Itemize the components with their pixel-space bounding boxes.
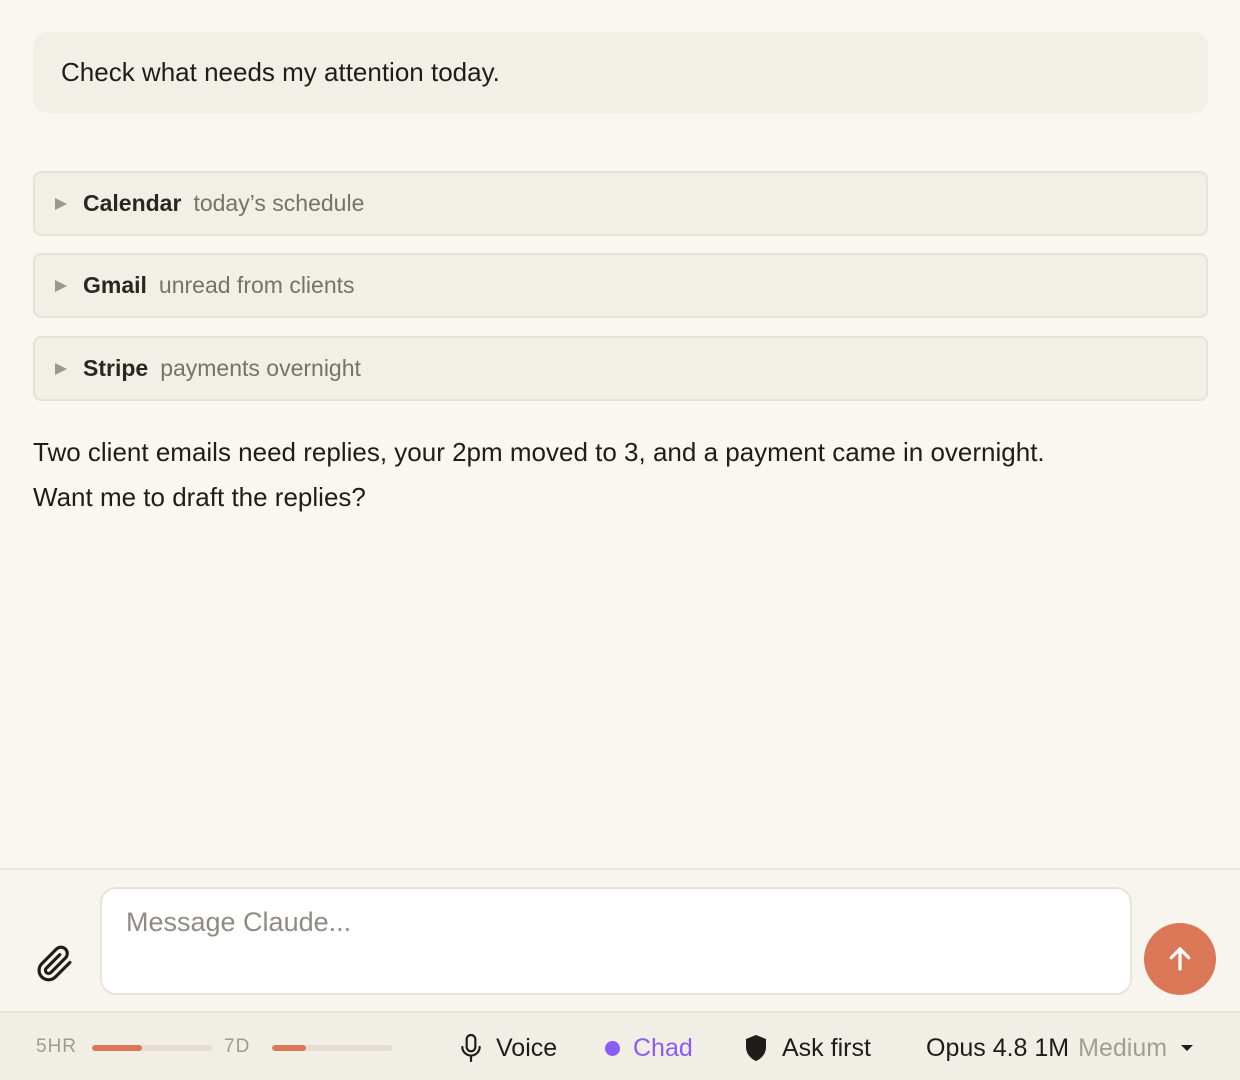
expand-caret-icon	[55, 279, 67, 292]
model-label: Opus 4.8 1M	[926, 1033, 1070, 1062]
tool-call-stripe[interactable]: Stripe payments overnight	[33, 336, 1208, 401]
voice-button[interactable]: Voice	[458, 1031, 557, 1065]
tool-call-calendar[interactable]: Calendar today’s schedule	[33, 171, 1208, 236]
usage-7d-label: 7D	[224, 1036, 251, 1057]
microphone-icon	[461, 1033, 481, 1063]
assistant-message-line: Want me to draft the replies?	[33, 482, 366, 512]
assistant-message: Two client emails need replies, your 2pm…	[33, 430, 1213, 520]
shield-icon	[746, 1035, 766, 1061]
persona-label: Chad	[633, 1033, 693, 1062]
arrow-up-icon	[1169, 947, 1191, 971]
tool-name: Calendar	[83, 190, 182, 216]
voice-label: Voice	[496, 1033, 558, 1062]
tool-name: Stripe	[83, 355, 149, 381]
model-selector[interactable]: Opus 4.8 1M Medium	[926, 1031, 1194, 1065]
chevron-down-icon	[1181, 1045, 1194, 1051]
tool-call-gmail[interactable]: Gmail unread from clients	[33, 253, 1208, 318]
send-button[interactable]	[1144, 923, 1216, 995]
status-bar: 5HR 7D Voice Chad Ask first Opus 4.8 1M …	[0, 1011, 1240, 1080]
conversation-panel: Check what needs my attention today. Cal…	[0, 0, 1240, 868]
user-message: Check what needs my attention today.	[33, 32, 1208, 113]
expand-caret-icon	[55, 362, 67, 375]
tool-description: today’s schedule	[193, 190, 365, 216]
usage-5hr-label: 5HR	[36, 1036, 78, 1057]
permission-mode-button[interactable]: Ask first	[744, 1031, 871, 1065]
message-input[interactable]	[100, 887, 1132, 995]
tool-name: Gmail	[83, 272, 147, 298]
expand-caret-icon	[55, 197, 67, 210]
persona-status-dot	[605, 1040, 620, 1056]
persona-selector[interactable]: Chad	[605, 1031, 693, 1065]
permission-label: Ask first	[782, 1033, 871, 1062]
attach-button[interactable]	[36, 944, 74, 984]
usage-7d-bar	[272, 1045, 392, 1051]
assistant-message-line: Two client emails need replies, your 2pm…	[33, 437, 1045, 467]
usage-5hr-bar	[92, 1045, 212, 1051]
tool-description: unread from clients	[158, 272, 355, 298]
effort-label: Medium	[1078, 1033, 1168, 1062]
user-message-text: Check what needs my attention today.	[61, 57, 500, 87]
usage-5hr-fill	[92, 1045, 143, 1051]
composer	[0, 868, 1240, 1011]
paperclip-icon	[37, 945, 72, 982]
tool-description: payments overnight	[160, 355, 361, 381]
usage-7d-fill	[272, 1045, 306, 1051]
